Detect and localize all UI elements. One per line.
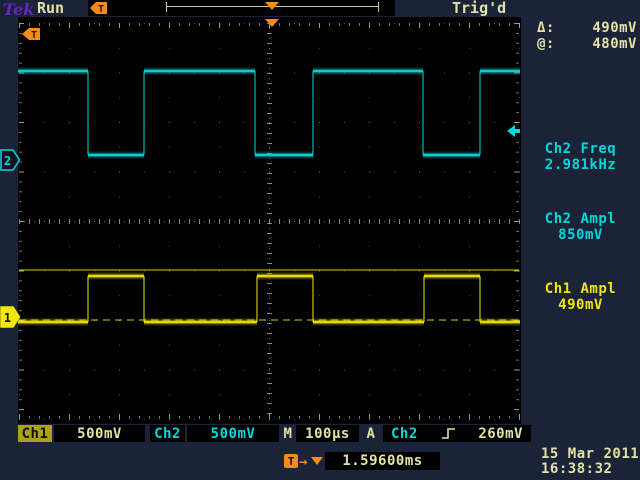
oscilloscope-display: Tek Run T Trig'd T 2 1: [0, 0, 640, 480]
ch1-ground-marker: 1: [0, 306, 21, 329]
measurement-ch2-freq: Ch2 Freq 2.981kHz: [521, 141, 640, 173]
delay-t-badge: T: [284, 454, 298, 468]
rising-edge-icon: [441, 427, 456, 440]
measurement-ch2-ampl: Ch2 Ampl 850mV: [521, 211, 640, 243]
trigger-t-flag-label: T: [98, 4, 104, 15]
trigger-system-label: A: [364, 425, 378, 442]
date-readout: 15 Mar 2011: [541, 446, 639, 462]
trigger-offscreen-flag-label: T: [31, 30, 37, 41]
cursor-at-readout: @: 480mV: [537, 36, 637, 52]
measurement-ch1-ampl: Ch1 Ampl 490mV: [521, 281, 640, 313]
trigger-source: Ch2: [391, 426, 418, 442]
measurement-value: 850mV: [521, 227, 640, 243]
trigger-t-flag-icon: T: [90, 1, 110, 15]
delay-triangle-icon: [311, 457, 323, 465]
timebase-label: M: [281, 425, 295, 442]
acquisition-status: Run: [37, 0, 64, 16]
time-readout: 16:38:32: [541, 461, 612, 477]
ch1-scale-readout: 500mV: [54, 425, 145, 442]
waveform-screen: T: [18, 17, 521, 424]
trigger-level-value: 260mV: [478, 426, 523, 442]
ch2-ground-marker-label: 2: [4, 154, 11, 168]
trigger-readout: Ch2 260mV: [383, 425, 531, 442]
measurement-label: Ch1 Ampl: [521, 281, 640, 297]
trigger-status: Trig'd: [452, 0, 506, 16]
ch2-scale-readout: 500mV: [187, 425, 279, 442]
timebase-readout: 100µs: [296, 425, 359, 442]
scope-graticule-and-traces: T: [18, 17, 521, 424]
ch1-ground-marker-label: 1: [4, 311, 11, 325]
delay-arrow-icon: →: [299, 454, 308, 470]
measurement-value: 490mV: [521, 297, 640, 313]
cursor-at-value: 480mV: [592, 36, 637, 52]
cursor-delta-readout: Δ: 490mV: [537, 20, 637, 36]
ch2-trigger-level-arrow-icon: [507, 125, 520, 137]
measurement-value: 2.981kHz: [521, 157, 640, 173]
delay-time-readout: 1.59600ms: [325, 452, 440, 470]
ch2-ground-marker: 2: [0, 149, 21, 172]
cursor-delta-label: Δ:: [537, 20, 555, 36]
measurement-label: Ch2 Ampl: [521, 211, 640, 227]
ch1-channel-badge: Ch1: [18, 425, 52, 442]
cursor-at-label: @:: [537, 36, 555, 52]
measurement-label: Ch2 Freq: [521, 141, 640, 157]
ch2-channel-badge: Ch2: [150, 425, 185, 442]
cursor-delta-value: 490mV: [592, 20, 637, 36]
